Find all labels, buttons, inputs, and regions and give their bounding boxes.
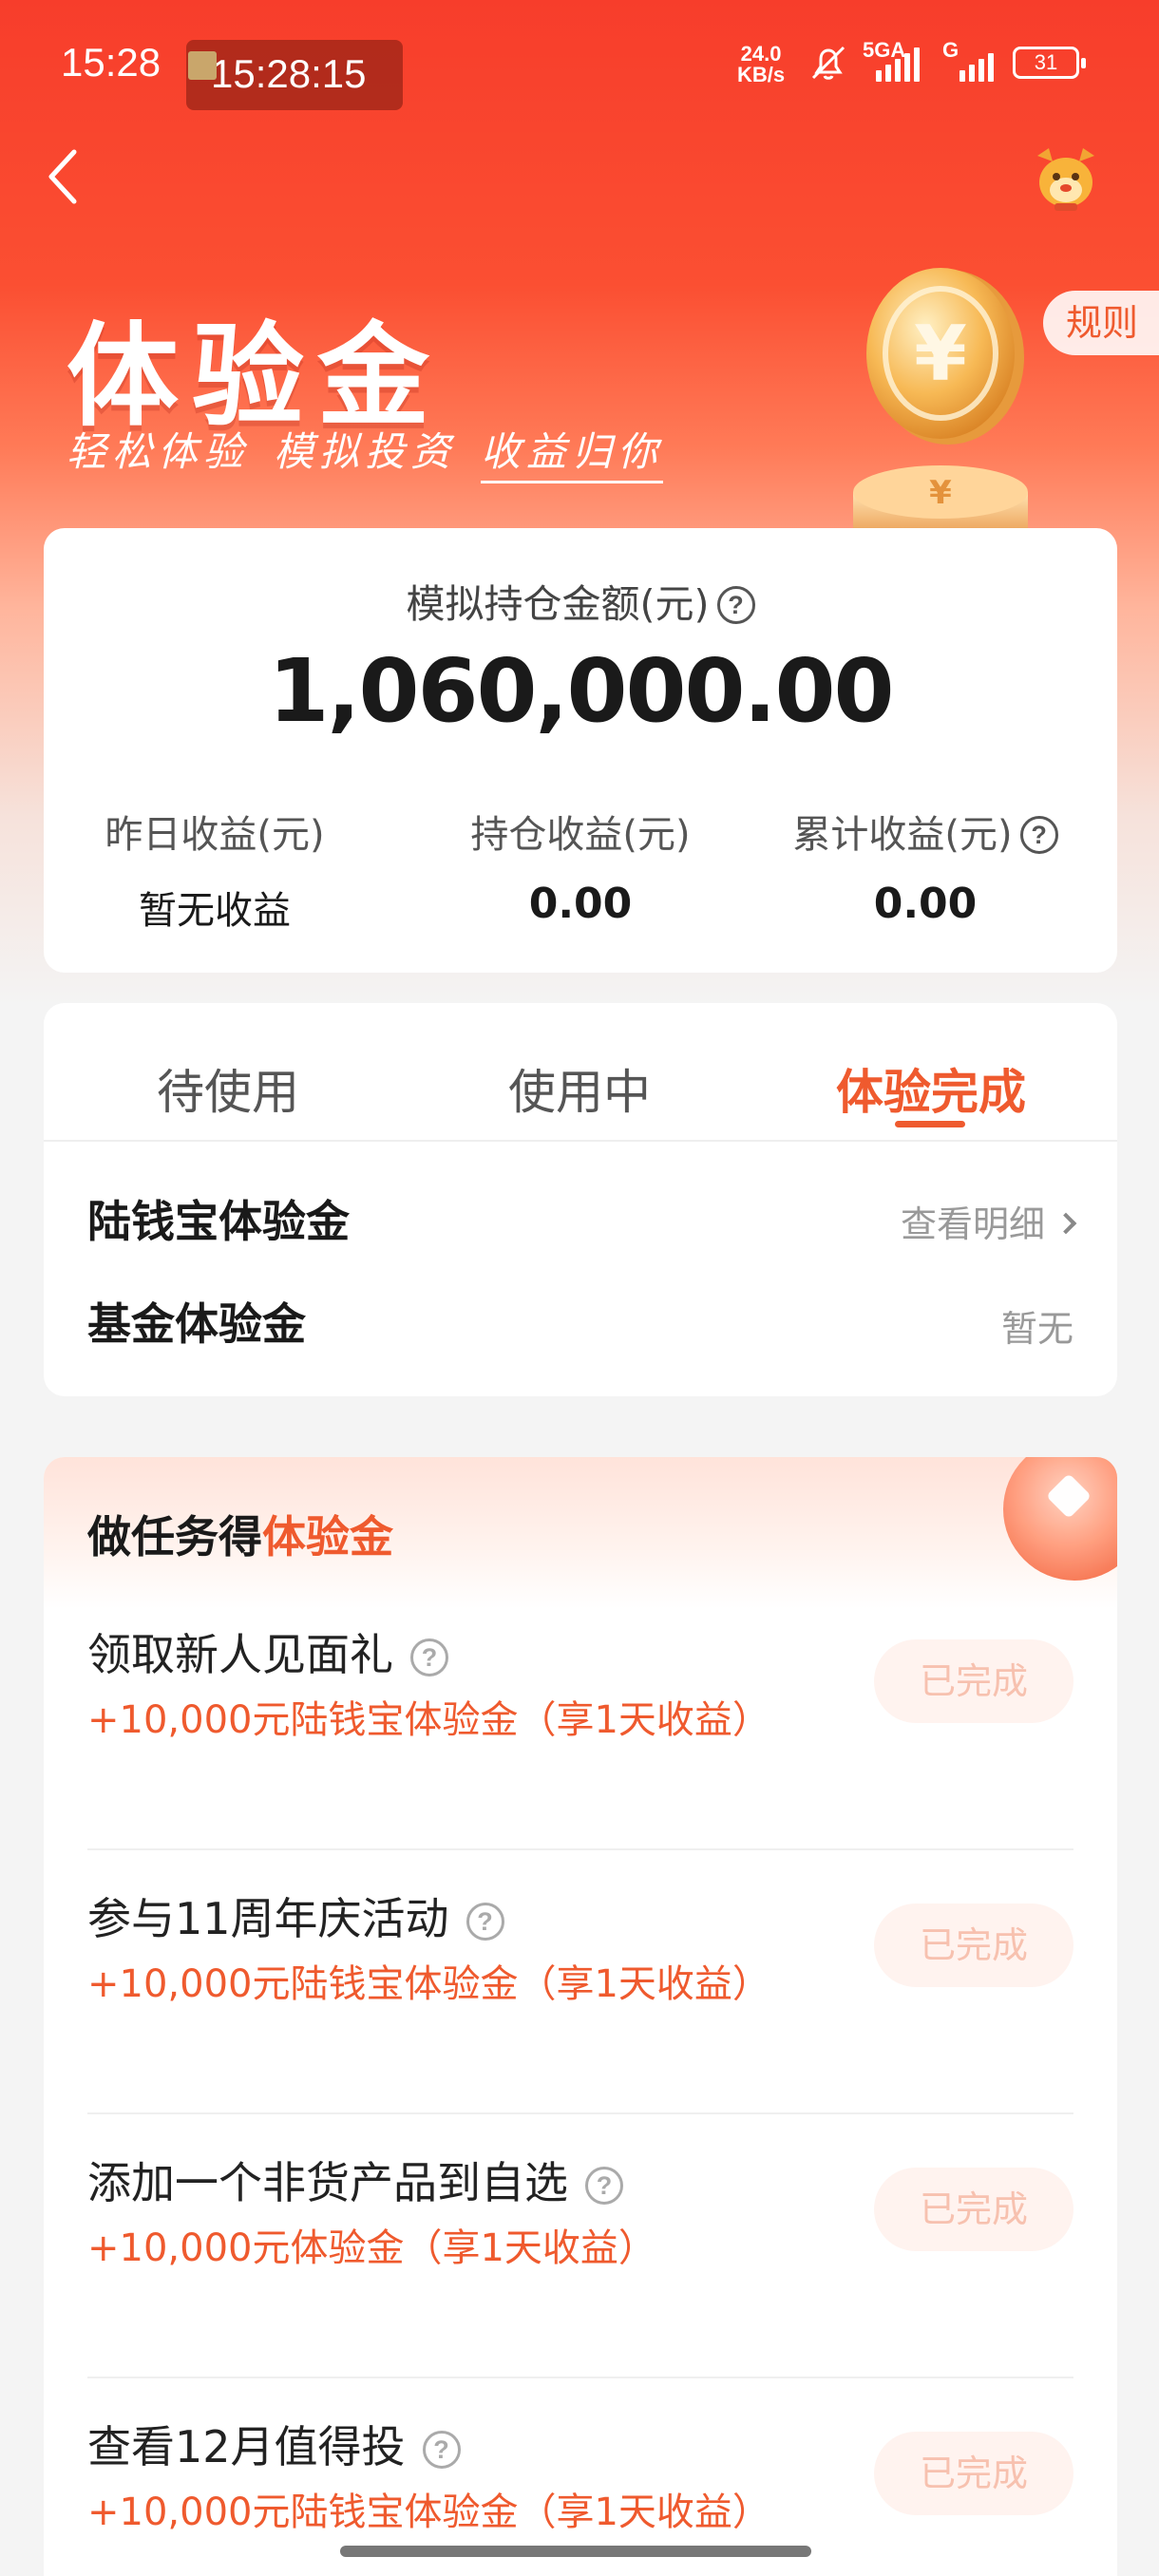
view-details-link[interactable]: 查看明细 <box>900 1195 1077 1247</box>
holding-amount: 1,060,000.00 <box>268 640 895 742</box>
mascot-icon[interactable] <box>1028 141 1104 213</box>
task-title-row: 参与11周年庆活动? <box>87 1885 504 1947</box>
signal-1-label: 5GA <box>863 38 906 62</box>
task-title: 添加一个非货产品到自选 <box>87 2157 568 2208</box>
signal-icon-2: G <box>942 38 999 82</box>
fund-experience-title: 基金体验金 <box>87 1298 306 1350</box>
task-reward: +10,000元体验金（享1天收益） <box>87 2226 656 2270</box>
stat-label: 持仓收益(元) <box>470 813 691 857</box>
net-speed: 24.0 KB/s <box>737 44 785 85</box>
stat-yesterday: 昨日收益(元) 暂无收益 <box>44 804 386 935</box>
task-title-row: 查看12月值得投? <box>87 2413 461 2475</box>
active-tab-indicator <box>895 1121 965 1127</box>
status-bar: 15:28 15:28:15 24.0 KB/s 5GA G 31 <box>0 0 1159 133</box>
fund-experience-status: 暂无 <box>1000 1308 1074 1350</box>
battery-icon: 31 <box>1013 47 1086 79</box>
task-reward: +10,000元陆钱宝体验金（享1天收益） <box>87 2491 770 2534</box>
task-completed-button[interactable]: 已完成 <box>874 2168 1074 2251</box>
stat-holding: 持仓收益(元) 0.00 <box>409 804 751 928</box>
task-item: 添加一个非货产品到自选? +10,000元体验金（享1天收益） 已完成 <box>87 2114 1074 2378</box>
rules-button[interactable]: 规则 <box>1043 291 1159 355</box>
tab-pending[interactable]: 待使用 <box>86 1054 370 1123</box>
stat-cumulative: 累计收益(元)? 0.00 <box>764 804 1087 928</box>
help-icon[interactable]: ? <box>1019 816 1058 854</box>
task-item: 参与11周年庆活动? +10,000元陆钱宝体验金（享1天收益） 已完成 <box>87 1850 1074 2114</box>
task-title-row: 添加一个非货产品到自选? <box>87 2149 623 2211</box>
task-title: 领取新人见面礼 <box>87 1629 393 1680</box>
tab-completed[interactable]: 体验完成 <box>788 1054 1074 1123</box>
tasks-heading: 做任务得体验金 <box>87 1503 393 1565</box>
slogan-part-3: 收益归你 <box>481 428 664 483</box>
summary-card: 模拟持仓金额(元)? 1,060,000.00 昨日收益(元) 暂无收益 持仓收… <box>44 528 1117 973</box>
home-indicator[interactable] <box>340 2546 811 2557</box>
task-title: 参与11周年庆活动 <box>87 1893 449 1944</box>
back-arrow-icon[interactable] <box>40 142 87 209</box>
stat-label: 累计收益(元) <box>792 813 1013 857</box>
lqb-experience-title: 陆钱宝体验金 <box>87 1196 350 1247</box>
task-item: 领取新人见面礼? +10,000元陆钱宝体验金（享1天收益） 已完成 <box>87 1586 1074 1850</box>
stat-value: 0.00 <box>528 880 633 928</box>
slogan-part-1: 轻松体验 <box>66 428 250 475</box>
chevron-right-icon <box>1054 1212 1077 1235</box>
bell-off-icon <box>811 46 846 80</box>
signal-icon: 5GA <box>863 38 929 82</box>
stat-label: 昨日收益(元) <box>104 813 325 857</box>
net-speed-value: 24.0 <box>740 42 782 66</box>
help-icon[interactable]: ? <box>585 2167 623 2205</box>
stat-label-row: 累计收益(元)? <box>764 804 1087 859</box>
task-completed-button[interactable]: 已完成 <box>874 1904 1074 1987</box>
tab-in-use[interactable]: 使用中 <box>437 1054 722 1123</box>
tasks-heading-highlight: 体验金 <box>262 1511 393 1563</box>
clock-overlay: 15:28:15 <box>186 40 403 110</box>
svg-text:¥: ¥ <box>929 474 952 512</box>
net-speed-unit: KB/s <box>737 63 786 86</box>
task-completed-button[interactable]: 已完成 <box>874 1639 1074 1723</box>
slogan-part-2: 模拟投资 <box>274 428 457 475</box>
tasks-card: 做任务得体验金 领取新人见面礼? +10,000元陆钱宝体验金（享1天收益） 已… <box>44 1457 1117 2576</box>
status-icons: 5GA G 31 <box>808 38 1086 84</box>
task-reward: +10,000元陆钱宝体验金（享1天收益） <box>87 1962 770 2006</box>
help-icon[interactable]: ? <box>716 586 755 624</box>
task-reward: +10,000元陆钱宝体验金（享1天收益） <box>87 1698 770 1742</box>
stat-value: 0.00 <box>873 880 978 928</box>
coin-icon: ¥ ¥ <box>853 268 1028 541</box>
task-title: 查看12月值得投 <box>87 2421 406 2472</box>
tasks-heading-prefix: 做任务得 <box>87 1511 262 1563</box>
task-title-row: 领取新人见面礼? <box>87 1620 448 1683</box>
view-details-label: 查看明细 <box>900 1203 1045 1245</box>
status-time: 15:28 <box>61 40 162 85</box>
tabs-card: 待使用 使用中 体验完成 陆钱宝体验金 查看明细 基金体验金 暂无 <box>44 1003 1117 1396</box>
holding-label-row: 模拟持仓金额(元)? <box>44 572 1117 629</box>
stat-value: 暂无收益 <box>139 889 291 933</box>
help-icon[interactable]: ? <box>422 2431 461 2469</box>
help-icon[interactable]: ? <box>466 1903 504 1941</box>
signal-2-label: G <box>942 38 960 62</box>
hero-slogan: 轻松体验 模拟投资 收益归你 <box>66 420 664 483</box>
tab-divider <box>44 1140 1117 1142</box>
holding-label: 模拟持仓金额(元) <box>406 581 710 627</box>
help-icon[interactable]: ? <box>410 1638 448 1676</box>
task-completed-button[interactable]: 已完成 <box>874 2432 1074 2515</box>
svg-text:¥: ¥ <box>914 310 967 398</box>
